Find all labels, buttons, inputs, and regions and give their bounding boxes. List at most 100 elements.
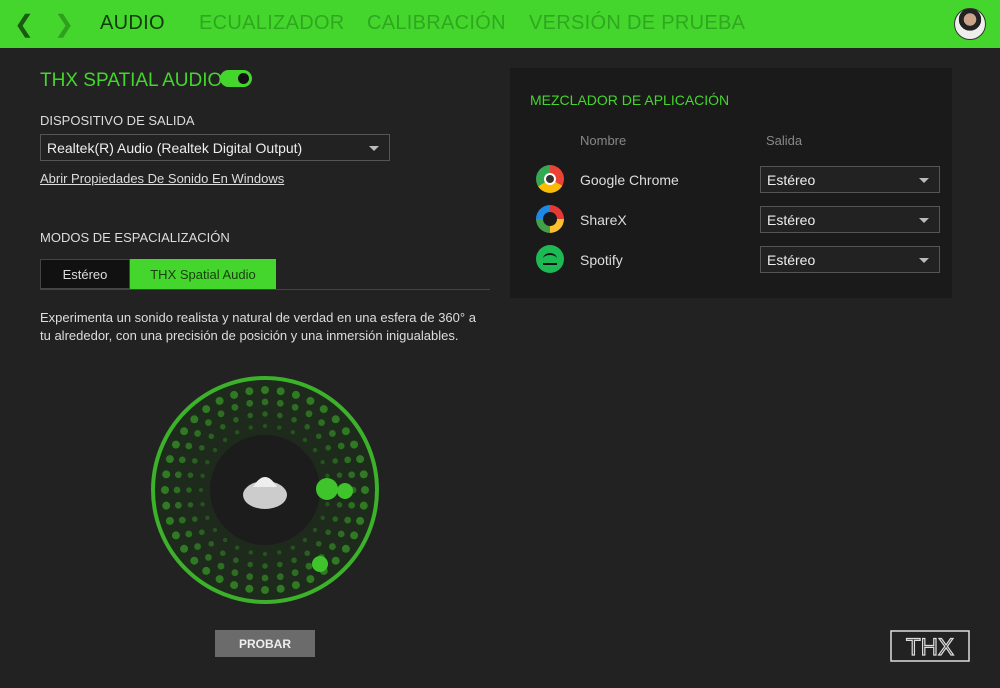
sphere-dot: [217, 562, 225, 570]
chevron-down-icon: [369, 145, 379, 151]
col-name: Nombre: [580, 133, 627, 148]
sphere-dot: [325, 473, 330, 478]
sphere-dot: [180, 427, 189, 436]
thx-toggle[interactable]: [220, 70, 252, 87]
sphere-dot: [194, 543, 201, 550]
sphere-dot: [185, 442, 193, 450]
sphere-dot: [329, 430, 336, 437]
sharex-icon: [536, 205, 564, 233]
sphere-dot: [261, 398, 269, 406]
app-mixer-panel: MEZCLADOR DE APLICACIÓN Nombre Salida Go…: [510, 68, 952, 298]
sphere-dot: [291, 569, 299, 577]
sphere-dot: [261, 586, 269, 594]
sphere-dot: [319, 405, 328, 414]
app-output-select[interactable]: Estéreo: [760, 206, 940, 233]
sphere-dot: [171, 531, 180, 540]
tab-audio[interactable]: AUDIO: [100, 12, 165, 35]
sphere-dot: [200, 473, 205, 478]
sphere-dot: [359, 470, 368, 479]
sphere-dot: [186, 487, 192, 493]
mode-description: Experimenta un sonido realista y natural…: [40, 310, 476, 343]
sphere-dot: [332, 458, 339, 464]
sphere-dot: [262, 411, 268, 417]
sphere-dot: [212, 527, 218, 533]
top-bar: ❮ ❯ AUDIO ECUALIZADOR CALIBRACIÓN VERSIÓ…: [0, 0, 1000, 48]
sphere-dot: [247, 561, 253, 568]
sphere-dot: [231, 569, 239, 577]
sphere-dot: [199, 529, 205, 536]
app-output-select[interactable]: Estéreo: [760, 166, 940, 193]
sphere-dot: [359, 501, 368, 510]
sphere-dot: [198, 487, 204, 493]
mode-stereo[interactable]: Estéreo: [40, 259, 130, 289]
sphere-dot: [348, 501, 356, 509]
sound-properties-link[interactable]: Abrir Propiedades De Sonido En Windows: [40, 171, 284, 186]
avatar[interactable]: [954, 8, 986, 40]
tab-version-prueba[interactable]: VERSIÓN DE PRUEBA: [529, 12, 745, 35]
mode-thx-spatial[interactable]: THX Spatial Audio: [130, 259, 276, 289]
sphere-dot: [262, 551, 268, 557]
sphere-dot: [190, 556, 199, 565]
sphere-dot: [187, 502, 194, 508]
sphere-dot: [222, 437, 228, 443]
sphere-dot: [162, 470, 171, 479]
sphere-dot: [290, 545, 295, 550]
sphere-dot: [245, 584, 254, 593]
sphere-dot: [231, 403, 239, 411]
app-output-select[interactable]: Estéreo: [760, 246, 940, 273]
sphere-dot: [329, 543, 336, 550]
sphere-dot: [331, 556, 340, 565]
sphere-dot: [165, 516, 174, 525]
sphere-dot: [276, 387, 285, 396]
output-device-select[interactable]: Realtek(R) Audio (Realtek Digital Output…: [40, 134, 390, 161]
back-arrow-icon[interactable]: ❮: [14, 10, 34, 39]
modes-label: MODOS DE ESPACIALIZACIÓN: [40, 230, 230, 245]
sphere-dot: [217, 410, 225, 418]
sphere-dot: [215, 575, 224, 584]
forward-arrow-icon[interactable]: ❯: [54, 10, 74, 39]
sphere-dot: [191, 516, 198, 522]
sphere-dot: [219, 550, 226, 556]
sphere-dot: [230, 581, 239, 590]
speaker-front-right: [316, 478, 338, 500]
sphere-dot: [276, 573, 284, 581]
speaker-side-right: [337, 483, 353, 499]
sphere-dot: [162, 501, 171, 510]
output-device-label: DISPOSITIVO DE SALIDA: [40, 113, 195, 128]
sphere-dot: [291, 581, 300, 590]
sphere-dot: [277, 412, 283, 419]
sphere-dot: [248, 550, 253, 555]
sphere-dot: [304, 550, 311, 556]
sphere-dot: [312, 527, 318, 533]
thx-logo: THX: [890, 630, 970, 662]
col-output: Salida: [766, 133, 803, 148]
sphere-dot: [356, 516, 365, 525]
sphere-dot: [350, 440, 359, 449]
spatial-sphere[interactable]: [150, 375, 380, 605]
sphere-dot: [291, 557, 297, 564]
sphere-dot: [306, 396, 315, 405]
sphere-dot: [277, 425, 282, 430]
mixer-title: MEZCLADOR DE APLICACIÓN: [530, 92, 730, 108]
tab-calibracion[interactable]: CALIBRACIÓN: [367, 12, 506, 35]
sphere-dot: [191, 458, 198, 464]
sphere-dot: [261, 386, 269, 394]
sphere-dot: [290, 430, 295, 435]
sphere-dot: [325, 502, 330, 507]
sphere-dot: [332, 516, 339, 522]
sphere-dot: [361, 486, 369, 494]
sphere-dot: [341, 544, 350, 553]
output-device-value: Realtek(R) Audio (Realtek Digital Output…: [47, 139, 303, 156]
test-button[interactable]: PROBAR: [215, 630, 315, 657]
sphere-dot: [208, 540, 215, 547]
speaker-rear-right: [312, 556, 328, 572]
sphere-dot: [202, 405, 211, 414]
sphere-dot: [246, 573, 254, 581]
sphere-dot: [247, 412, 253, 419]
sphere-dot: [173, 486, 181, 494]
sphere-dot: [219, 424, 226, 430]
sphere-dot: [325, 529, 331, 536]
sphere-dot: [248, 425, 253, 430]
chevron-down-icon: [919, 177, 929, 183]
tab-ecualizador[interactable]: ECUALIZADOR: [199, 12, 345, 35]
